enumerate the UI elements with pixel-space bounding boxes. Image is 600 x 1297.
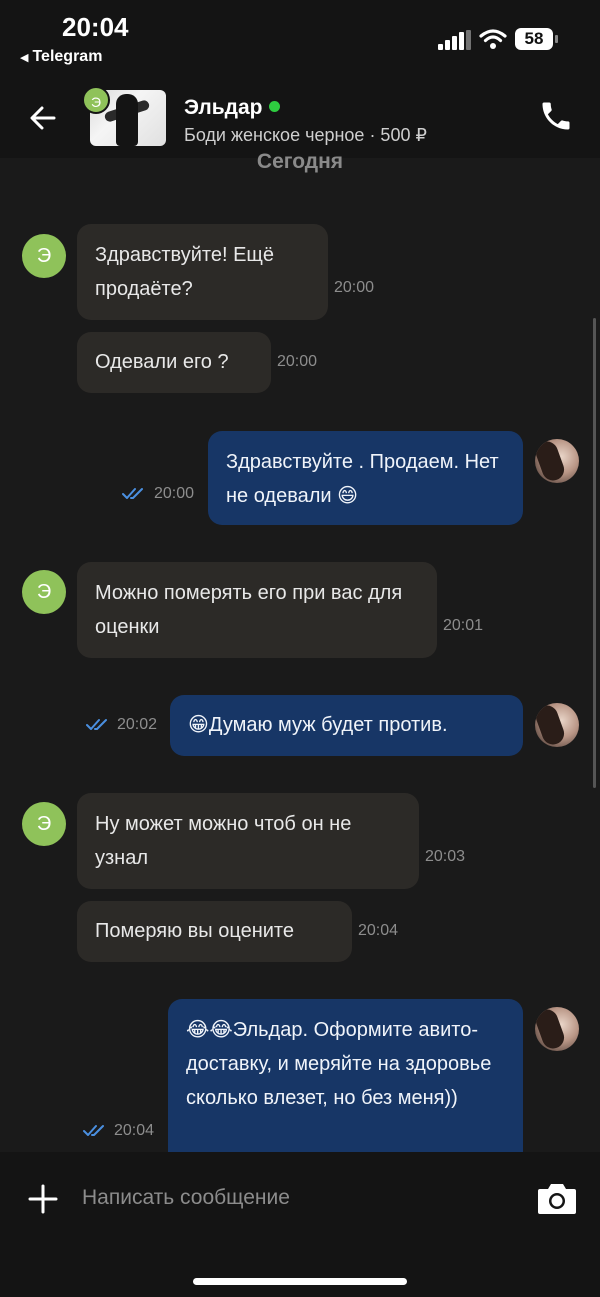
- back-arrow-icon[interactable]: [24, 98, 64, 138]
- contact-avatar-badge: Э: [82, 86, 110, 114]
- read-ticks-icon: [122, 488, 143, 499]
- read-ticks-icon: [86, 719, 107, 730]
- incoming-message[interactable]: Ну может можно чтоб он не узнал: [77, 793, 419, 889]
- incoming-message[interactable]: Одевали его ?: [77, 332, 271, 393]
- scrollbar[interactable]: [593, 318, 596, 788]
- back-to-app-link[interactable]: ◀ Telegram: [20, 48, 102, 66]
- back-triangle-icon: ◀: [20, 52, 29, 64]
- home-indicator[interactable]: [193, 1278, 407, 1285]
- sender-avatar[interactable]: Э: [22, 570, 66, 614]
- message-time: 20:03: [425, 848, 466, 865]
- status-time: 20:04: [62, 12, 129, 42]
- incoming-message[interactable]: Здравствуйте! Ещё продаёте?: [77, 224, 328, 320]
- message-composer: Написать сообщение: [0, 1152, 600, 1297]
- contact-name-label: Эльдар: [184, 96, 263, 119]
- message-input[interactable]: Написать сообщение: [82, 1186, 290, 1210]
- outgoing-message[interactable]: 😂😂Эльдар. Оформите авито-доставку, и мер…: [168, 999, 523, 1169]
- listing-subtitle[interactable]: Боди женское черное · 500 ₽: [184, 125, 427, 146]
- outgoing-message[interactable]: Здравствуйте . Продаем. Нет не одевали 😄: [208, 431, 523, 525]
- message-time: 20:01: [443, 617, 484, 634]
- message-time: 20:00: [154, 485, 195, 502]
- status-bar: 20:04 ◀ Telegram 58: [0, 0, 600, 80]
- read-ticks-icon: [83, 1125, 104, 1136]
- camera-icon[interactable]: [536, 1180, 578, 1216]
- chat-header: Э Эльдар Боди женское черное · 500 ₽: [0, 80, 600, 158]
- message-time: 20:04: [358, 922, 399, 939]
- incoming-message[interactable]: Можно померять его при вас для оценки: [77, 562, 437, 658]
- online-indicator: [268, 101, 280, 112]
- date-separator: Сегодня: [256, 150, 344, 173]
- message-time: 20:00: [334, 279, 375, 296]
- back-app-label: Telegram: [32, 48, 103, 65]
- message-time: 20:04: [114, 1122, 155, 1139]
- sender-avatar[interactable]: Э: [22, 802, 66, 846]
- sender-avatar[interactable]: Э: [22, 234, 66, 278]
- signal-icon: [438, 30, 471, 50]
- incoming-message[interactable]: Померяю вы оцените: [77, 901, 352, 962]
- message-time: 20:02: [117, 716, 158, 733]
- my-avatar[interactable]: [535, 703, 579, 747]
- contact-name[interactable]: Эльдар: [184, 96, 280, 120]
- my-avatar[interactable]: [535, 439, 579, 483]
- outgoing-message[interactable]: 😁Думаю муж будет против.: [170, 695, 523, 756]
- attach-plus-icon[interactable]: [28, 1184, 58, 1214]
- my-avatar[interactable]: [535, 1007, 579, 1051]
- wifi-icon: [479, 29, 507, 49]
- message-time: 20:00: [277, 353, 318, 370]
- phone-icon[interactable]: [538, 98, 574, 134]
- battery-icon: 58: [515, 28, 558, 50]
